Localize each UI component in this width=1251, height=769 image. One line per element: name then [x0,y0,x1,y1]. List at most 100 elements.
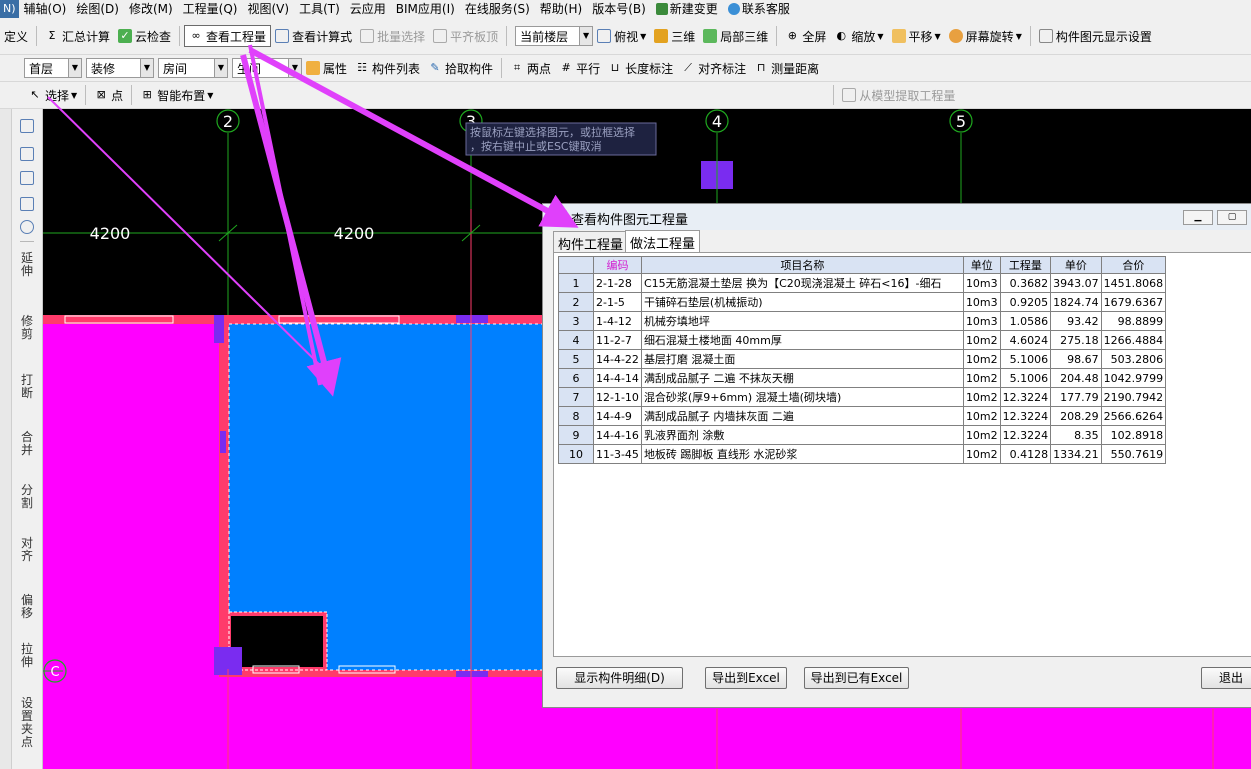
zoom-button[interactable]: ◐ 缩放 ▼ [830,25,887,47]
smart-layout-button[interactable]: ⊞ 智能布置 ▼ [136,84,217,106]
minimize-icon[interactable]: ▁ [1183,210,1213,225]
tab-method-quantity[interactable]: 做法工程量 [625,230,701,253]
view-quantity-button[interactable]: ∞ 查看工程量 [184,25,272,47]
row-total[interactable]: 98.8899 [1100,311,1167,331]
table-row[interactable]: 9 14-4-16 乳液界面剂 涂敷 10m2 12.3224 8.35 102.8918 [558,425,1167,445]
row-qty[interactable]: 12.3224 [999,387,1052,407]
row-name[interactable]: 乳液界面剂 涂敷 [640,425,964,445]
door-marker[interactable] [220,431,226,453]
menu-cloud[interactable]: 云应用 [345,0,391,18]
row-unit[interactable]: 10m3 [962,311,1001,331]
row-total[interactable]: 2190.7942 [1100,387,1167,407]
menu-axis[interactable]: 辅轴(O) [19,0,72,18]
row-unit[interactable]: 10m2 [962,387,1001,407]
row-code[interactable]: 11-3-45 [593,444,642,464]
menu-new-change[interactable]: 新建变更 [651,0,723,18]
row-code[interactable]: 11-2-7 [593,330,642,350]
display-settings-button[interactable]: 构件图元显示设置 [1035,25,1156,47]
menu-quantity[interactable]: 工程量(Q) [178,0,243,18]
row-unit[interactable]: 10m2 [962,349,1001,369]
trim-tool[interactable]: 修剪 [20,315,34,341]
menu-version[interactable]: 版本号(B) [587,0,651,18]
row-total[interactable]: 1266.4884 [1100,330,1167,350]
column-marker[interactable] [456,671,488,677]
component-list-button[interactable]: ☷ 构件列表 [351,57,424,79]
row-index[interactable]: 1 [558,273,594,293]
column-marker[interactable] [214,315,224,343]
row-code[interactable]: 1-4-12 [593,311,642,331]
table-row[interactable]: 1 2-1-28 C15无筋混凝土垫层 换为【C20现浇混凝土 碎石<16】-细石 1… [558,273,1167,293]
view-formula-button[interactable]: 查看计算式 [271,25,356,47]
cloud-check-button[interactable]: ✓ 云检查 [114,25,175,47]
row-index[interactable]: 6 [558,368,594,388]
split-tool[interactable]: 分割 [20,484,34,510]
table-row[interactable]: 6 14-4-14 满刮成品腻子 二遍 不抹灰天棚 10m2 5.1006 204.48 1… [558,368,1167,388]
row-code[interactable]: 2-1-28 [593,273,642,293]
dialog-titlebar[interactable]: 查看构件图元工程量 ▁ ▢ [543,204,1251,230]
table-row[interactable]: 8 14-4-9 满刮成品腻子 内墙抹灰面 二遍 10m2 12.3224 208.29 2… [558,406,1167,426]
fullscreen-button[interactable]: ⊕ 全屏 [781,25,830,47]
batch-select-button[interactable]: 批量选择 [356,25,429,47]
row-index[interactable]: 5 [558,349,594,369]
instance-dropdown[interactable]: 生间 ▼ [232,58,302,78]
define-button[interactable]: 定义 [0,25,32,47]
exit-button[interactable]: 退出 [1201,667,1251,689]
menu-draw[interactable]: 绘图(D) [71,0,124,18]
row-price[interactable]: 93.42 [1050,311,1102,331]
rotate-screen-button[interactable]: 屏幕旋转 ▼ [945,25,1026,47]
row-qty[interactable]: 12.3224 [999,425,1052,445]
row-price[interactable]: 1334.21 [1050,444,1102,464]
row-index[interactable]: 3 [558,311,594,331]
row-price[interactable]: 3943.07 [1050,273,1102,293]
point-button[interactable]: ⊠ 点 [90,84,127,106]
row-price[interactable]: 8.35 [1050,425,1102,445]
extend-tool[interactable]: 延伸 [20,252,34,278]
row-unit[interactable]: 10m2 [962,406,1001,426]
row-name[interactable]: 满刮成品腻子 内墙抹灰面 二遍 [640,406,964,426]
row-name[interactable]: 机械夯填地坪 [640,311,964,331]
row-price[interactable]: 177.79 [1050,387,1102,407]
break-tool[interactable]: 打断 [20,374,34,400]
menu-modify[interactable]: 修改(M) [124,0,178,18]
row-unit[interactable]: 10m2 [962,444,1001,464]
row-total[interactable]: 1042.9799 [1100,368,1167,388]
row-price[interactable]: 204.48 [1050,368,1102,388]
row-total[interactable]: 550.7619 [1100,444,1167,464]
row-total[interactable]: 503.2806 [1100,349,1167,369]
extract-from-model-button[interactable]: 从模型提取工程量 [838,84,959,106]
menu-tools[interactable]: 工具(T) [294,0,345,18]
parallel-button[interactable]: # 平行 [555,57,604,79]
pick-component-button[interactable]: ✎ 拾取构件 [424,57,497,79]
row-name[interactable]: 干铺碎石垫层(机械振动) [640,292,964,312]
row-index[interactable]: 10 [558,444,594,464]
select-button[interactable]: ↖ 选择 ▼ [24,84,81,106]
row-index[interactable]: 7 [558,387,594,407]
col-unit-header[interactable]: 单位 [962,256,1001,274]
brush-icon[interactable] [20,119,34,133]
row-total[interactable]: 1451.8068 [1100,273,1167,293]
show-detail-button[interactable]: 显示构件明细(D) [556,667,683,689]
row-total[interactable]: 2566.6264 [1100,406,1167,426]
row-name[interactable]: 细石混凝土楼地面 40mm厚 [640,330,964,350]
table-row[interactable]: 5 14-4-22 基层打磨 混凝土面 10m2 5.1006 98.67 503.2806 [558,349,1167,369]
row-price[interactable]: 1824.74 [1050,292,1102,312]
tab-component-quantity[interactable]: 构件工程量 [553,231,629,253]
table-row[interactable]: 10 11-3-45 地板砖 踢脚板 直线形 水泥砂浆 10m2 0.4128 1334.… [558,444,1167,464]
offset-tool[interactable]: 偏移 [20,594,34,620]
row-code[interactable]: 2-1-5 [593,292,642,312]
align-dim-button[interactable]: ⟋ 对齐标注 [677,57,750,79]
row-qty[interactable]: 12.3224 [999,406,1052,426]
merge-tool[interactable]: 合并 [20,431,34,457]
row-unit[interactable]: 10m3 [962,273,1001,293]
category-dropdown[interactable]: 装修 ▼ [86,58,154,78]
row-code[interactable]: 14-4-14 [593,368,642,388]
copy-icon[interactable] [20,147,34,161]
pan-button[interactable]: 平移 ▼ [888,25,945,47]
row-name[interactable]: 基层打磨 混凝土面 [640,349,964,369]
rotate-icon[interactable] [20,220,34,234]
3d-button[interactable]: 三维 [650,25,699,47]
menu-online[interactable]: 在线服务(S) [460,0,535,18]
row-price[interactable]: 98.67 [1050,349,1102,369]
row-index[interactable]: 4 [558,330,594,350]
mirror-icon[interactable] [20,171,34,185]
